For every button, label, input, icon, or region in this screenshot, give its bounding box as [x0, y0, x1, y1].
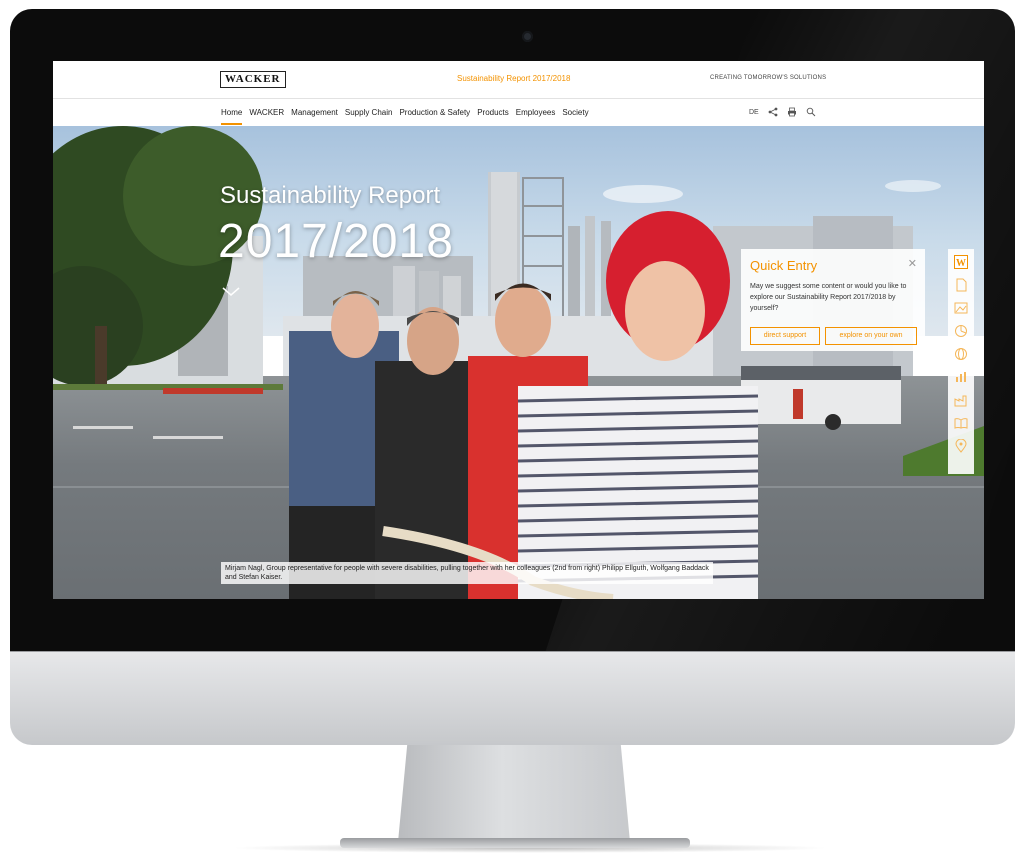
hero-photo	[53, 126, 984, 599]
tagline: CREATING TOMORROW'S SOLUTIONS	[710, 75, 827, 81]
wacker-w-icon[interactable]: W	[954, 255, 968, 269]
nav-item-supply-chain[interactable]: Supply Chain	[345, 108, 393, 117]
share-icon[interactable]	[768, 107, 778, 117]
image-icon[interactable]	[954, 301, 968, 315]
nav-item-home[interactable]: Home	[221, 108, 243, 125]
location-pin-icon[interactable]	[954, 439, 968, 453]
nav-menu: Home WACKER Management Supply Chain Prod…	[221, 108, 596, 125]
monitor-stand-foot	[340, 838, 690, 848]
quick-entry-title: Quick Entry	[750, 258, 818, 273]
monitor-chin	[10, 651, 1015, 745]
close-icon[interactable]: ✕	[908, 257, 917, 270]
nav-item-society[interactable]: Society	[562, 108, 588, 117]
print-icon[interactable]	[787, 107, 797, 117]
main-navigation: Home WACKER Management Supply Chain Prod…	[53, 99, 984, 126]
nav-item-production-safety[interactable]: Production & Safety	[399, 108, 470, 117]
nav-item-products[interactable]: Products	[477, 108, 509, 117]
photo-caption: Mirjam Nagl, Group representative for pe…	[221, 562, 713, 584]
language-switch[interactable]: DE	[749, 109, 759, 116]
nav-item-employees[interactable]: Employees	[516, 108, 556, 117]
hero-title-line2: 2017/2018	[218, 215, 454, 268]
bar-chart-icon[interactable]	[954, 370, 968, 384]
search-icon[interactable]	[806, 107, 816, 117]
wacker-logo[interactable]: WACKER	[220, 71, 286, 88]
report-title[interactable]: Sustainability Report 2017/2018	[457, 74, 570, 83]
document-icon[interactable]	[954, 278, 968, 292]
webcam-icon	[522, 31, 533, 42]
quick-entry-panel: Quick Entry ✕ May we suggest some conten…	[741, 249, 925, 351]
top-bar: WACKER Sustainability Report 2017/2018 C…	[53, 61, 984, 99]
website-screen: WACKER Sustainability Report 2017/2018 C…	[53, 61, 984, 599]
pie-chart-icon[interactable]	[954, 324, 968, 338]
explore-on-your-own-button[interactable]: explore on your own	[825, 327, 917, 345]
factory-icon[interactable]	[954, 393, 968, 407]
side-icon-bar: W	[948, 249, 974, 474]
nav-tools: DE	[749, 107, 816, 117]
monitor-stand-neck	[398, 744, 630, 842]
chevron-down-icon[interactable]	[221, 286, 241, 298]
nav-item-wacker[interactable]: WACKER	[249, 108, 284, 117]
globe-icon[interactable]	[954, 347, 968, 361]
quick-entry-text: May we suggest some content or would you…	[750, 283, 907, 312]
hero-banner: Sustainability Report 2017/2018 Mirjam N…	[53, 126, 984, 599]
svg-text:W: W	[956, 258, 966, 269]
nav-item-management[interactable]: Management	[291, 108, 338, 117]
direct-support-button[interactable]: direct support	[750, 327, 820, 345]
hero-title-line1: Sustainability Report	[220, 182, 441, 209]
book-icon[interactable]	[954, 416, 968, 430]
